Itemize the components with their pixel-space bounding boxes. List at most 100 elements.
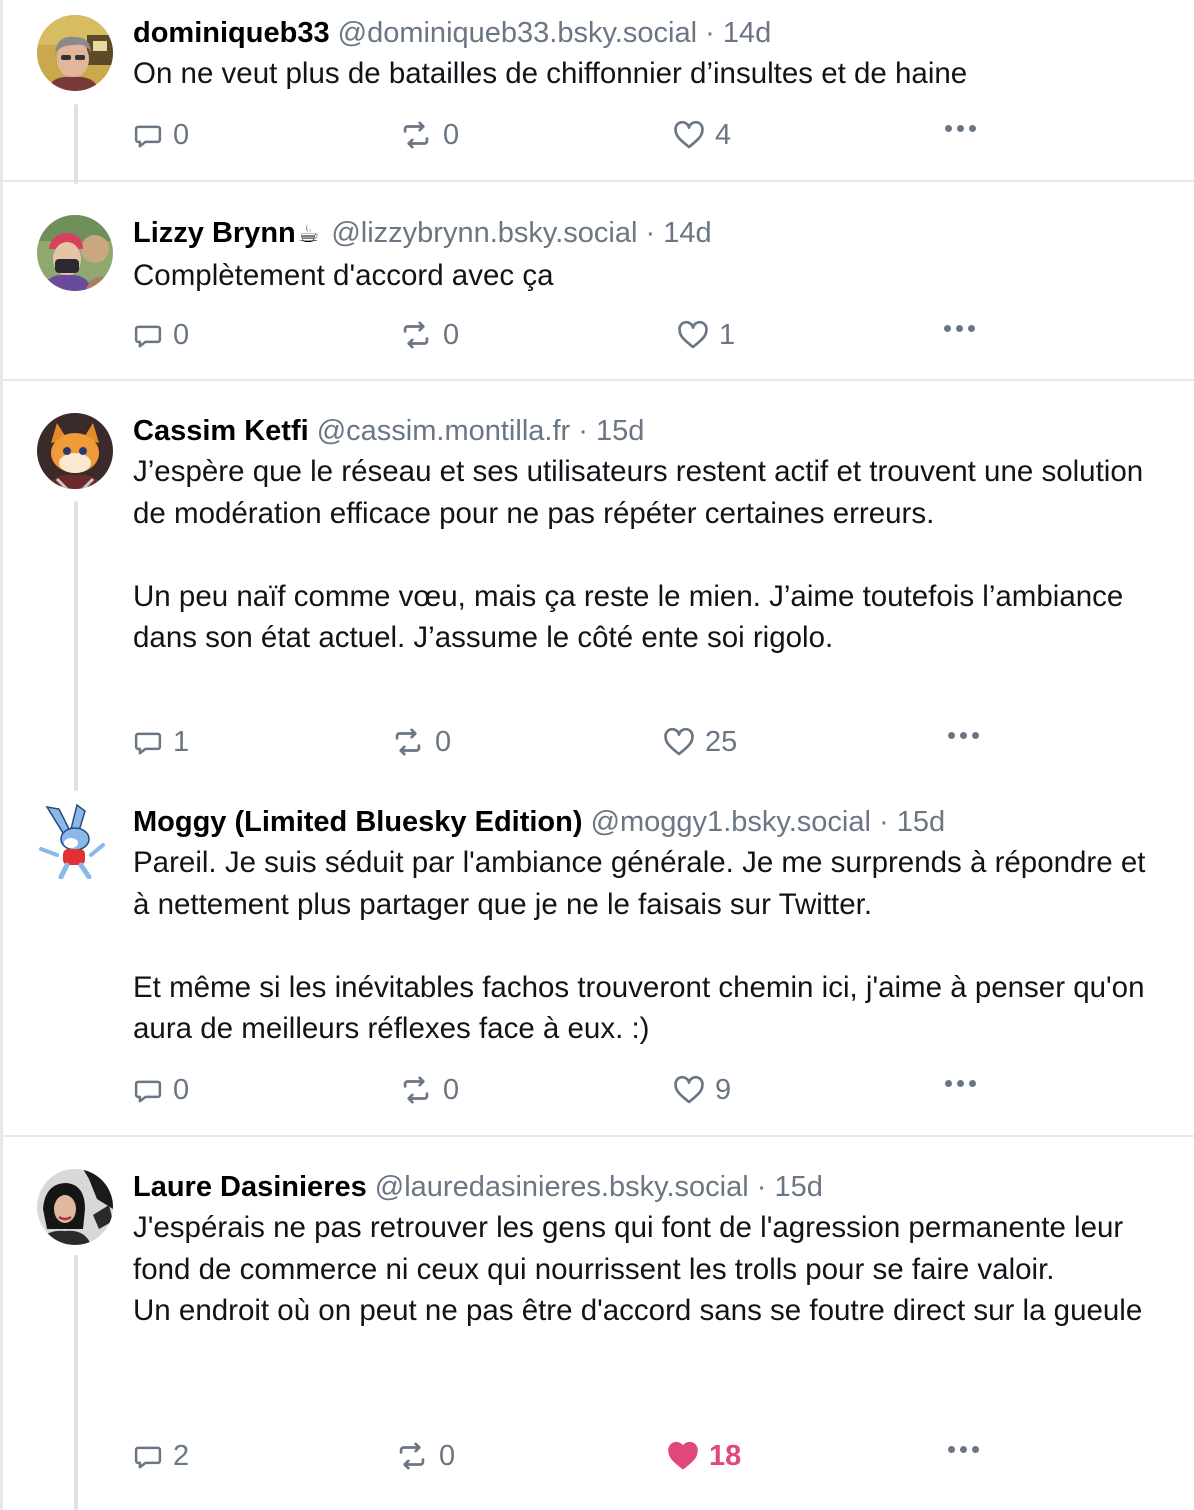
heart-icon xyxy=(678,320,708,349)
like-count: 18 xyxy=(709,1439,742,1472)
like-button[interactable]: 9 xyxy=(673,1070,731,1110)
more-options-button[interactable] xyxy=(948,732,979,739)
post-item[interactable]: Moggy (Limited Bluesky Edition) @moggy1.… xyxy=(3,791,1194,1137)
ellipsis-dot-icon xyxy=(957,125,964,132)
heart-filled-icon xyxy=(668,1441,698,1470)
thread-line xyxy=(74,501,78,791)
author-handle[interactable]: @dominiqueb33.bsky.social xyxy=(338,17,697,49)
meta-separator: · xyxy=(645,217,656,249)
more-options-button[interactable] xyxy=(944,325,975,332)
repost-button[interactable]: 0 xyxy=(399,315,459,355)
post-meta: Laure Dasinieres @lauredasinieres.bsky.s… xyxy=(133,1167,1170,1207)
ellipsis-dot-icon xyxy=(957,1080,964,1087)
like-count: 4 xyxy=(715,118,732,151)
more-options-button[interactable] xyxy=(945,1080,976,1087)
ellipsis-dot-icon xyxy=(972,1446,979,1453)
ellipsis-dot-icon xyxy=(969,1080,976,1087)
avatar[interactable] xyxy=(37,803,113,879)
meta-separator: · xyxy=(578,415,588,447)
author-name[interactable]: dominiqueb33 xyxy=(133,17,330,49)
repost-button[interactable]: 0 xyxy=(391,722,451,762)
avatar[interactable] xyxy=(37,413,113,489)
reply-icon xyxy=(134,1446,162,1469)
avatar[interactable] xyxy=(37,1169,113,1245)
author-name[interactable]: Moggy (Limited Bluesky Edition) xyxy=(133,806,583,838)
more-options-button[interactable] xyxy=(945,125,976,132)
post-timestamp[interactable]: 15d xyxy=(596,415,644,447)
reply-icon xyxy=(134,732,162,755)
thread-line xyxy=(74,104,78,184)
repost-count: 0 xyxy=(443,118,460,151)
post-paragraph: Pareil. Je suis séduit par l'ambiance gé… xyxy=(133,846,1154,921)
post-timestamp[interactable]: 14d xyxy=(663,217,711,249)
post-text: Pareil. Je suis séduit par l'ambiance gé… xyxy=(133,842,1170,1050)
author-name[interactable]: Lizzy Brynn xyxy=(133,217,296,249)
reply-icon xyxy=(134,1080,162,1103)
repost-count: 0 xyxy=(443,1073,460,1106)
reply-count: 2 xyxy=(173,1439,190,1472)
ellipsis-dot-icon xyxy=(948,1446,955,1453)
repost-icon xyxy=(403,321,429,349)
repost-button[interactable]: 0 xyxy=(395,1436,455,1476)
thread-line xyxy=(74,1255,78,1510)
like-button[interactable]: 4 xyxy=(673,115,731,155)
ellipsis-dot-icon xyxy=(960,732,967,739)
post-timestamp[interactable]: 15d xyxy=(897,806,945,838)
reply-button[interactable]: 0 xyxy=(133,315,189,355)
post-meta: Lizzy Brynn☕ @lizzybrynn.bsky.social · 1… xyxy=(133,213,1170,255)
post-thread-feed: dominiqueb33 @dominiqueb33.bsky.social ·… xyxy=(0,0,1194,1510)
author-handle[interactable]: @moggy1.bsky.social xyxy=(591,806,871,838)
post-paragraph: Complètement d'accord avec ça xyxy=(133,259,554,292)
post-paragraph: On ne veut plus de batailles de chiffonn… xyxy=(133,57,968,90)
ellipsis-dot-icon xyxy=(972,732,979,739)
repost-icon xyxy=(399,1442,425,1470)
more-options-button[interactable] xyxy=(948,1446,979,1453)
like-count: 9 xyxy=(715,1073,732,1106)
coffee-icon: ☕ xyxy=(297,221,320,248)
post-item[interactable]: Laure Dasinieres @lauredasinieres.bsky.s… xyxy=(3,1137,1194,1510)
reply-button[interactable]: 0 xyxy=(133,1070,189,1110)
meta-separator: · xyxy=(705,17,715,49)
post-timestamp[interactable]: 14d xyxy=(723,17,771,49)
reply-button[interactable]: 1 xyxy=(133,722,189,762)
avatar[interactable] xyxy=(37,15,113,91)
post-actions: 0 0 1 xyxy=(133,315,993,355)
heart-icon xyxy=(674,120,704,149)
reply-icon xyxy=(134,125,162,148)
like-button[interactable]: 25 xyxy=(663,722,737,762)
post-paragraph: Un peu naïf comme vœu, mais ça reste le … xyxy=(133,579,1132,655)
post-text: J’espère que le réseau et ses utilisateu… xyxy=(133,451,1170,659)
author-name[interactable]: Cassim Ketfi xyxy=(133,415,309,447)
repost-button[interactable]: 0 xyxy=(399,1070,459,1110)
author-name[interactable]: Laure Dasinieres xyxy=(133,1171,367,1203)
reply-count: 1 xyxy=(173,725,190,758)
reply-count: 0 xyxy=(173,1073,190,1106)
repost-button[interactable]: 0 xyxy=(399,115,459,155)
post-text: Complètement d'accord avec ça xyxy=(133,255,1170,297)
post-timestamp[interactable]: 15d xyxy=(774,1171,822,1203)
like-button[interactable]: 1 xyxy=(677,315,735,355)
ellipsis-dot-icon xyxy=(944,325,951,332)
post-text: J'espérais ne pas retrouver les gens qui… xyxy=(133,1207,1170,1332)
post-item[interactable]: Lizzy Brynn☕ @lizzybrynn.bsky.social · 1… xyxy=(3,182,1194,381)
post-meta: dominiqueb33 @dominiqueb33.bsky.social ·… xyxy=(133,13,1170,53)
avatar[interactable] xyxy=(37,215,113,291)
author-handle[interactable]: @lizzybrynn.bsky.social xyxy=(331,217,637,249)
author-handle[interactable]: @cassim.montilla.fr xyxy=(317,415,570,447)
repost-count: 0 xyxy=(435,725,452,758)
reply-button[interactable]: 2 xyxy=(133,1436,189,1476)
author-handle[interactable]: @lauredasinieres.bsky.social xyxy=(375,1171,749,1203)
repost-count: 0 xyxy=(443,318,460,351)
repost-icon xyxy=(403,1076,429,1104)
repost-count: 0 xyxy=(439,1439,456,1472)
repost-icon xyxy=(395,728,421,756)
reply-icon xyxy=(134,325,162,348)
reply-button[interactable]: 0 xyxy=(133,115,189,155)
reply-count: 0 xyxy=(173,118,190,151)
post-item[interactable]: Cassim Ketfi @cassim.montilla.fr · 15d J… xyxy=(3,381,1194,791)
ellipsis-dot-icon xyxy=(945,125,952,132)
like-button[interactable]: 18 xyxy=(667,1436,741,1476)
post-meta: Moggy (Limited Bluesky Edition) @moggy1.… xyxy=(133,802,1170,842)
post-item[interactable]: dominiqueb33 @dominiqueb33.bsky.social ·… xyxy=(3,0,1194,184)
heart-icon xyxy=(664,727,694,756)
